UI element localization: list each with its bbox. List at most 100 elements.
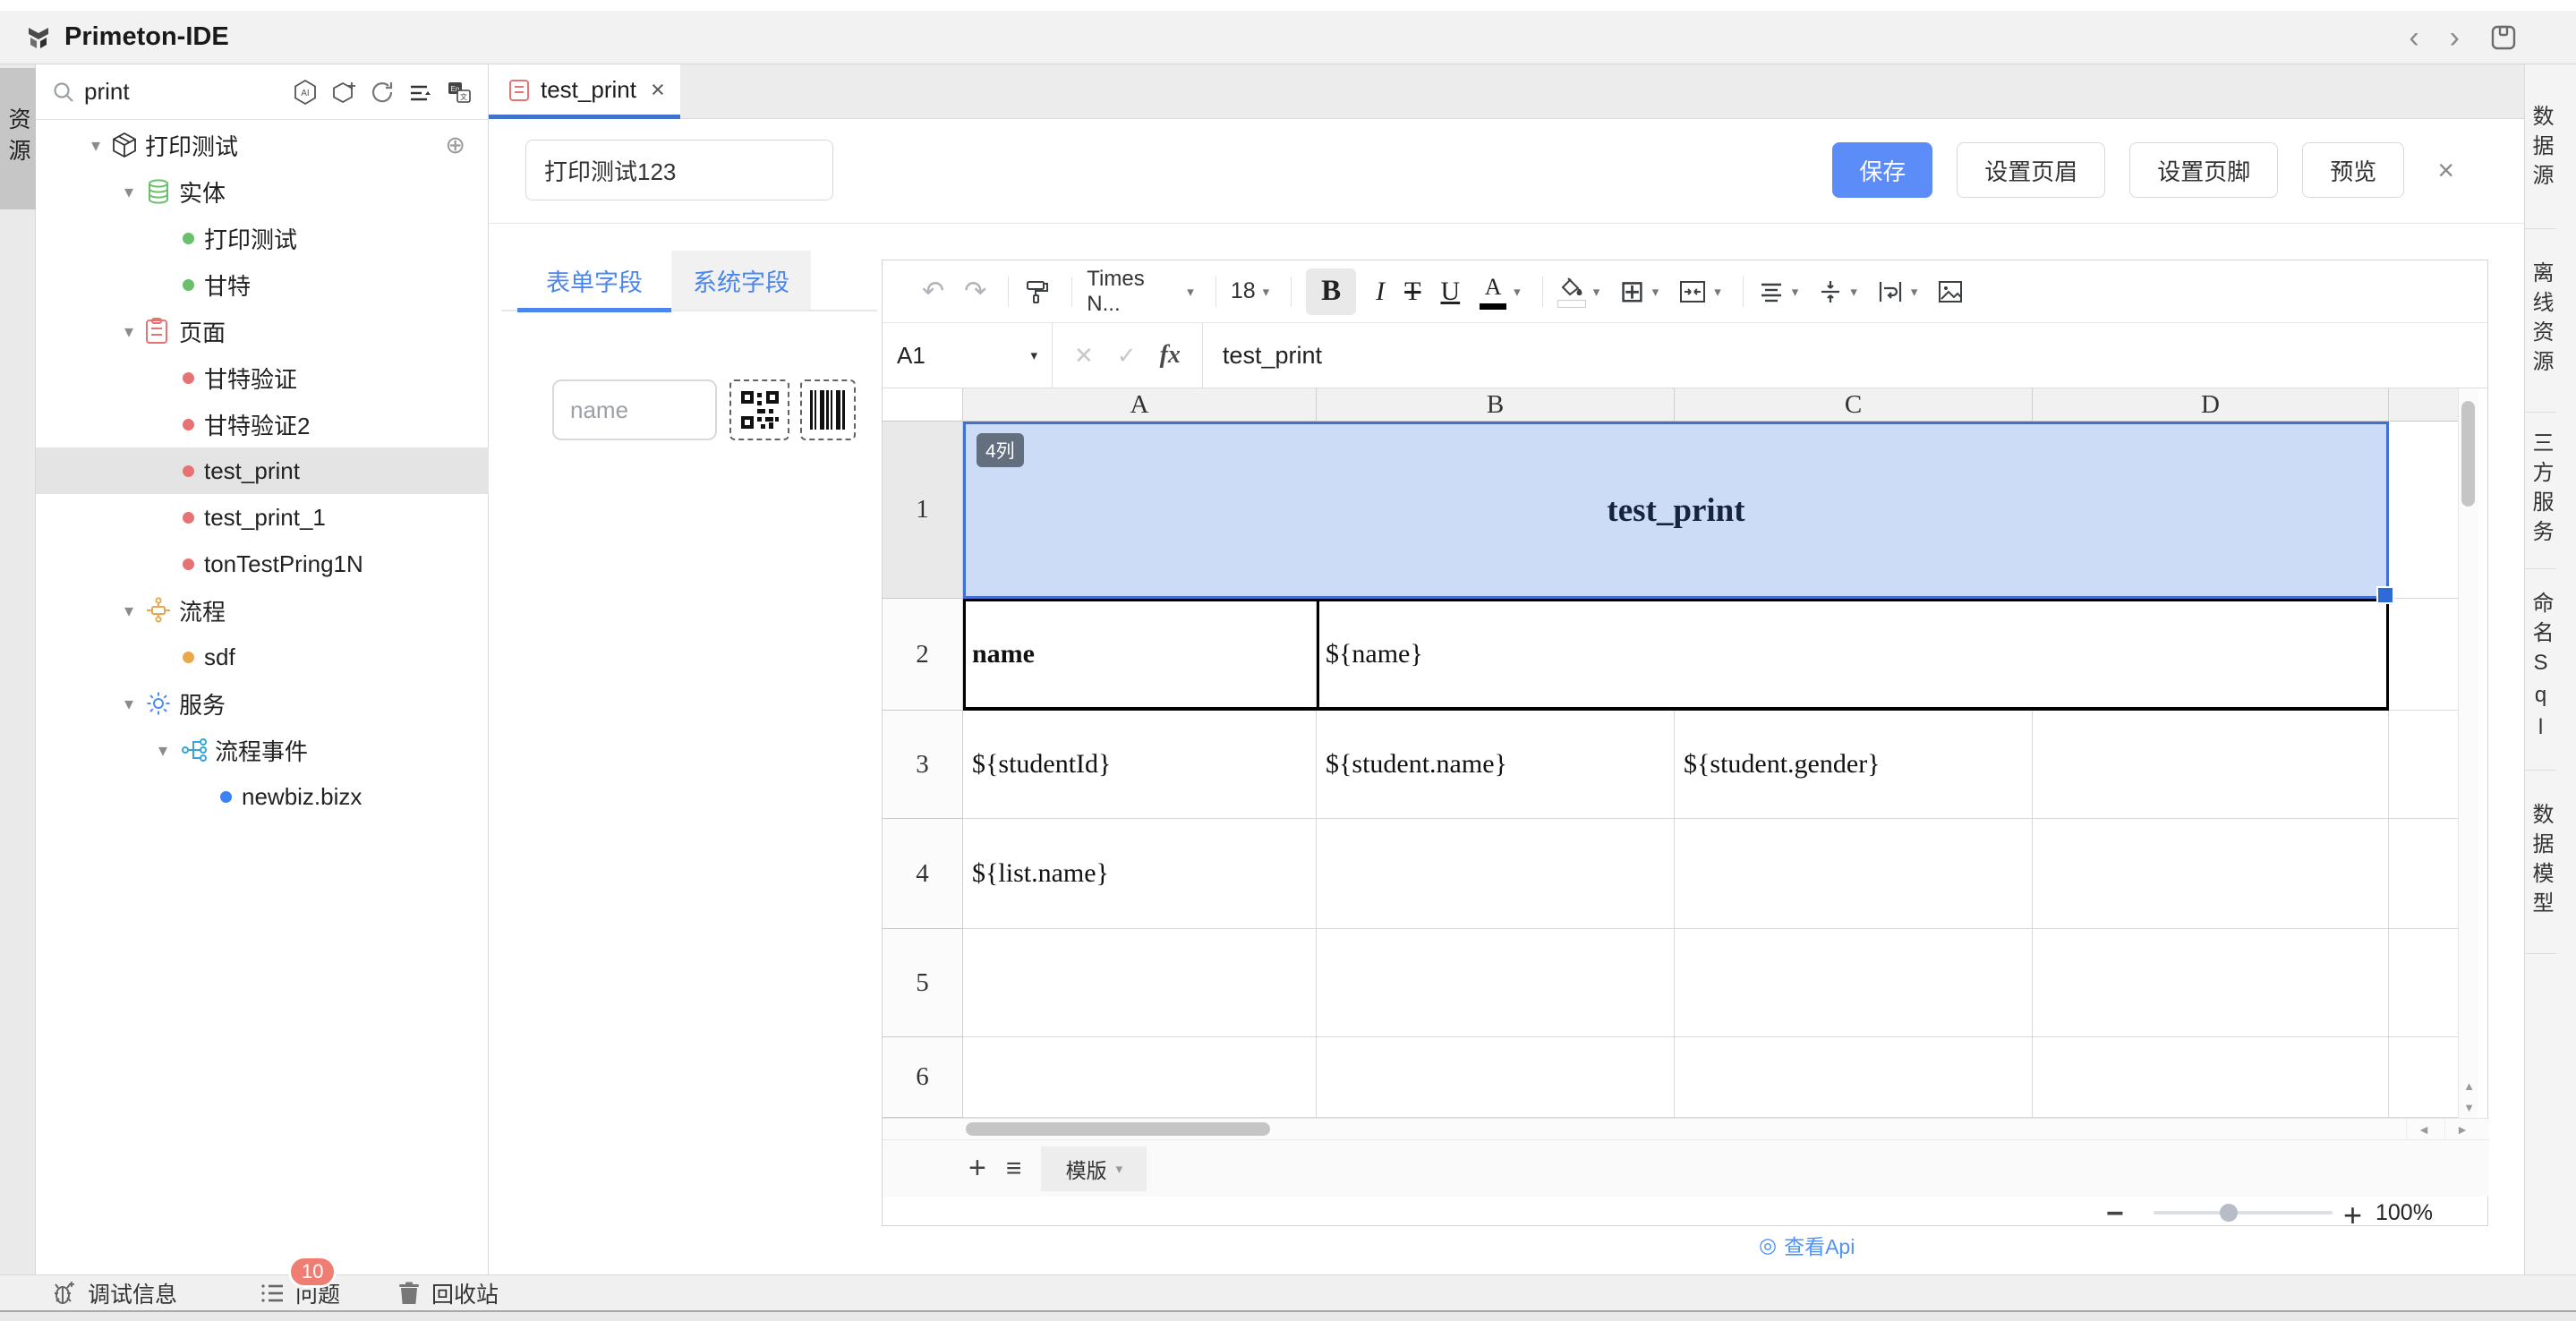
redo-icon[interactable]: ↷: [964, 278, 986, 305]
horizontal-scrollbar[interactable]: ◄ ►: [883, 1118, 2489, 1139]
horizontal-align-button[interactable]: ▾: [1758, 280, 1799, 303]
caret-down-icon[interactable]: ▾: [118, 693, 140, 715]
formula-value[interactable]: test_print: [1203, 342, 1322, 370]
recycle-bin-item[interactable]: 回收站: [397, 1277, 499, 1309]
set-page-header-button[interactable]: 设置页眉: [1957, 142, 2105, 198]
cell-D3[interactable]: [2033, 711, 2389, 819]
insert-image-button[interactable]: [1937, 279, 1964, 304]
save-button[interactable]: 保存: [1832, 142, 1932, 198]
caret-down-icon[interactable]: ▾: [118, 181, 140, 203]
column-header-D[interactable]: D: [2033, 388, 2389, 422]
formula-confirm-icon[interactable]: ✓: [1117, 342, 1137, 370]
row-header-1[interactable]: 1: [883, 422, 963, 599]
cell-C4[interactable]: [1675, 819, 2033, 929]
cell-name-box[interactable]: A1▾: [883, 323, 1053, 388]
sheet-list-icon[interactable]: ≡: [1006, 1154, 1022, 1184]
template-name-input[interactable]: 打印测试123: [525, 140, 833, 200]
row-header-6[interactable]: 6: [883, 1037, 963, 1118]
filter-list-icon[interactable]: [407, 79, 434, 106]
strikethrough-button[interactable]: T: [1404, 277, 1420, 307]
vertical-scrollbar[interactable]: ▲ ▼: [2458, 388, 2478, 1118]
tree-item-流程[interactable]: ▾流程: [36, 587, 489, 634]
tree-item-甘特验证2[interactable]: 甘特验证2: [36, 401, 489, 447]
zoom-slider-track[interactable]: [2154, 1211, 2333, 1214]
qrcode-chip[interactable]: [729, 379, 789, 440]
caret-down-icon[interactable]: ▾: [152, 739, 174, 762]
locate-crosshair-icon[interactable]: ⊕: [445, 132, 465, 159]
underline-button[interactable]: U: [1440, 277, 1460, 307]
grid-corner[interactable]: [883, 388, 963, 422]
right-strip-item-数据源[interactable]: 数据源: [2525, 70, 2556, 229]
undo-icon[interactable]: ↶: [922, 278, 944, 305]
cell-B6[interactable]: [1317, 1037, 1675, 1118]
cell-D6[interactable]: [2033, 1037, 2389, 1118]
tree-item-sdf[interactable]: sdf: [36, 634, 489, 680]
right-strip-item-命名Sql[interactable]: 命名Sql: [2525, 569, 2556, 771]
ai-assistant-icon[interactable]: AI: [292, 79, 319, 106]
editor-close-icon[interactable]: ×: [2437, 154, 2454, 187]
nav-back-icon[interactable]: ‹: [2409, 22, 2418, 53]
barcode-chip[interactable]: [800, 379, 856, 440]
cell-C5[interactable]: [1675, 929, 2033, 1037]
right-strip-item-数据模型[interactable]: 数据模型: [2525, 771, 2556, 954]
tree-item-test_print_1[interactable]: test_print_1: [36, 494, 489, 541]
column-header-B[interactable]: B: [1317, 388, 1675, 422]
cell-E5[interactable]: [2389, 929, 2458, 1037]
zoom-out-icon[interactable]: −: [2106, 1197, 2124, 1232]
cell-D5[interactable]: [2033, 929, 2389, 1037]
zoom-in-icon[interactable]: +: [2343, 1197, 2362, 1234]
font-size-select[interactable]: 18▾: [1231, 278, 1269, 304]
font-color-button[interactable]: A▾: [1480, 274, 1521, 310]
add-sheet-icon[interactable]: +: [968, 1151, 986, 1186]
row-header-2[interactable]: 2: [883, 599, 963, 711]
tree-item-打印测试[interactable]: 打印测试: [36, 215, 489, 261]
formula-cancel-icon[interactable]: ✕: [1074, 342, 1094, 370]
scroll-down-icon[interactable]: ▼: [2459, 1096, 2479, 1118]
tab-close-icon[interactable]: ×: [651, 76, 665, 104]
tab-form-fields[interactable]: 表单字段: [517, 251, 671, 310]
caret-down-icon[interactable]: ▾: [118, 320, 140, 343]
selection-resize-handle[interactable]: [2376, 586, 2394, 604]
tree-item-流程事件[interactable]: ▾流程事件: [36, 727, 489, 773]
cell-A3[interactable]: ${studentId}: [963, 711, 1317, 819]
tree-item-test_print[interactable]: test_print: [36, 447, 489, 494]
cell-C6[interactable]: [1675, 1037, 2033, 1118]
tree-item-服务[interactable]: ▾服务: [36, 680, 489, 727]
selection-merged-A1-D1[interactable]: 4列 test_print: [963, 422, 2389, 599]
search-input[interactable]: print: [84, 78, 130, 106]
cell-A2[interactable]: name: [963, 599, 1317, 711]
row-header-5[interactable]: 5: [883, 929, 963, 1037]
cell-B4[interactable]: [1317, 819, 1675, 929]
right-strip-item-离线资源[interactable]: 离线资源: [2525, 229, 2556, 413]
new-module-icon[interactable]: [330, 79, 357, 106]
scroll-right-icon[interactable]: ►: [2444, 1119, 2479, 1140]
tree-item-甘特[interactable]: 甘特: [36, 261, 489, 308]
cell-E2[interactable]: [2389, 599, 2458, 711]
cell-A6[interactable]: [963, 1037, 1317, 1118]
scroll-up-icon[interactable]: ▲: [2459, 1075, 2479, 1096]
merge-cells-button[interactable]: ▾: [1678, 278, 1721, 305]
cell-A5[interactable]: [963, 929, 1317, 1037]
sheet-tab-template[interactable]: 模版▾: [1041, 1146, 1147, 1191]
format-paint-icon[interactable]: [1023, 278, 1050, 305]
debug-info-item[interactable]: 调试信息: [52, 1277, 177, 1309]
cell-D4[interactable]: [2033, 819, 2389, 929]
row-header-4[interactable]: 4: [883, 819, 963, 929]
column-header-E[interactable]: [2389, 388, 2458, 422]
cell-E3[interactable]: [2389, 711, 2458, 819]
cell-E4[interactable]: [2389, 819, 2458, 929]
text-wrap-button[interactable]: ▾: [1877, 279, 1918, 304]
cell-B2-merged[interactable]: ${name}: [1317, 599, 2389, 711]
field-chip-name[interactable]: name: [552, 379, 717, 440]
tree-item-打印测试[interactable]: ▾打印测试⊕: [36, 122, 489, 168]
cell-B3[interactable]: ${student.name}: [1317, 711, 1675, 819]
caret-down-icon[interactable]: ▾: [85, 134, 107, 157]
horizontal-scrollbar-thumb[interactable]: [966, 1122, 1270, 1136]
cell-A4[interactable]: ${list.name}: [963, 819, 1317, 929]
font-family-select[interactable]: Times N...▾: [1087, 267, 1194, 317]
translate-icon[interactable]: En文: [446, 79, 473, 106]
tree-item-页面[interactable]: ▾页面: [36, 308, 489, 354]
vertical-align-button[interactable]: ▾: [1818, 279, 1857, 304]
bold-button[interactable]: B: [1306, 268, 1356, 315]
italic-button[interactable]: I: [1376, 277, 1385, 307]
